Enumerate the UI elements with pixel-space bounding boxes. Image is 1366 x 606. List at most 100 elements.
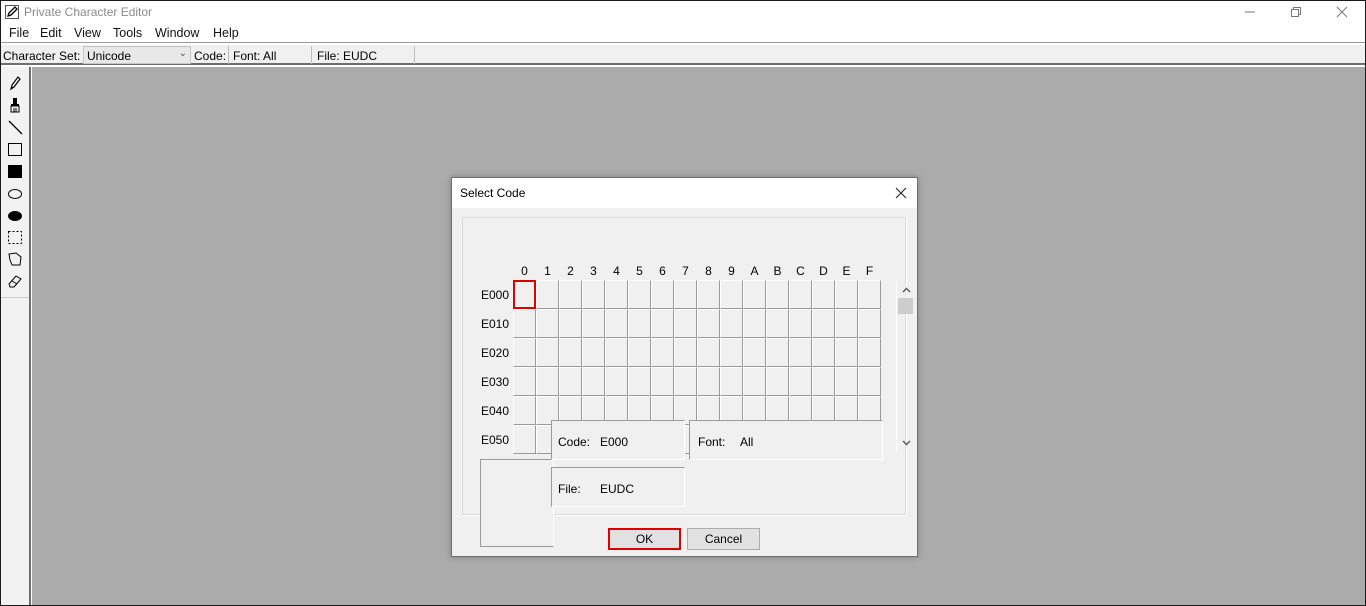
code-cell[interactable] xyxy=(536,280,559,309)
code-cell[interactable] xyxy=(536,367,559,396)
code-cell[interactable] xyxy=(582,280,605,309)
code-cell[interactable] xyxy=(789,280,812,309)
code-cell[interactable] xyxy=(835,280,858,309)
filled-rectangle-tool[interactable] xyxy=(6,162,23,179)
code-cell[interactable] xyxy=(766,367,789,396)
code-cell[interactable] xyxy=(720,280,743,309)
menu-bar: File Edit View Tools Window Help xyxy=(1,23,1365,43)
dialog-close-button[interactable] xyxy=(892,184,910,202)
code-cell[interactable] xyxy=(605,280,628,309)
code-cell[interactable] xyxy=(743,280,766,309)
code-cell[interactable] xyxy=(582,338,605,367)
code-cell[interactable] xyxy=(789,309,812,338)
code-cell[interactable] xyxy=(812,338,835,367)
scroll-thumb[interactable] xyxy=(898,298,913,314)
code-cell[interactable] xyxy=(674,367,697,396)
code-cell[interactable] xyxy=(559,367,582,396)
ok-button[interactable]: OK xyxy=(608,528,681,550)
code-cell-selected[interactable] xyxy=(513,280,536,309)
menu-window[interactable]: Window xyxy=(155,26,199,40)
code-cell[interactable] xyxy=(743,338,766,367)
code-cell[interactable] xyxy=(628,338,651,367)
menu-tools[interactable]: Tools xyxy=(113,26,142,40)
column-header: F xyxy=(865,264,874,278)
eraser-tool[interactable] xyxy=(6,272,23,289)
rectangular-selection-tool[interactable] xyxy=(6,228,23,245)
scroll-up-button[interactable] xyxy=(899,284,913,296)
hollow-rectangle-tool[interactable] xyxy=(6,140,23,157)
code-cell[interactable] xyxy=(858,367,881,396)
code-cell[interactable] xyxy=(789,338,812,367)
code-cell[interactable] xyxy=(651,367,674,396)
code-cell[interactable] xyxy=(697,280,720,309)
code-cell[interactable] xyxy=(858,309,881,338)
code-cell[interactable] xyxy=(513,425,536,454)
code-cell[interactable] xyxy=(720,367,743,396)
code-cell[interactable] xyxy=(628,367,651,396)
code-cell[interactable] xyxy=(812,367,835,396)
code-cell[interactable] xyxy=(697,338,720,367)
code-cell[interactable] xyxy=(743,309,766,338)
row-header: E010 xyxy=(481,317,510,331)
pencil-tool[interactable] xyxy=(6,74,23,91)
code-cell[interactable] xyxy=(743,367,766,396)
code-cell[interactable] xyxy=(582,309,605,338)
code-cell[interactable] xyxy=(536,309,559,338)
code-cell[interactable] xyxy=(812,309,835,338)
code-cell[interactable] xyxy=(559,309,582,338)
code-cell[interactable] xyxy=(605,338,628,367)
row-header: E020 xyxy=(481,346,510,360)
code-cell[interactable] xyxy=(766,338,789,367)
charset-select[interactable]: Unicode ⌄ xyxy=(83,46,191,64)
code-cell[interactable] xyxy=(536,338,559,367)
code-cell[interactable] xyxy=(720,338,743,367)
code-cell[interactable] xyxy=(605,367,628,396)
filled-ellipse-tool[interactable] xyxy=(6,206,23,223)
code-cell[interactable] xyxy=(858,280,881,309)
code-cell[interactable] xyxy=(513,338,536,367)
code-cell[interactable] xyxy=(674,309,697,338)
code-cell[interactable] xyxy=(835,367,858,396)
code-cell[interactable] xyxy=(766,309,789,338)
code-cell[interactable] xyxy=(835,309,858,338)
restore-button[interactable] xyxy=(1273,1,1319,23)
code-info-value: E000 xyxy=(600,435,629,449)
menu-help[interactable]: Help xyxy=(213,26,239,40)
code-info-label: Code: xyxy=(558,435,591,449)
code-cell[interactable] xyxy=(628,280,651,309)
freeform-selection-tool[interactable] xyxy=(6,250,23,267)
menu-file[interactable]: File xyxy=(9,26,29,40)
menu-view[interactable]: View xyxy=(74,26,101,40)
brush-tool[interactable] xyxy=(6,96,23,113)
code-cell[interactable] xyxy=(835,338,858,367)
code-cell[interactable] xyxy=(513,396,536,425)
code-cell[interactable] xyxy=(789,367,812,396)
code-cell[interactable] xyxy=(697,367,720,396)
code-cell[interactable] xyxy=(628,309,651,338)
grid-scrollbar[interactable] xyxy=(896,282,913,452)
close-button[interactable] xyxy=(1319,1,1365,23)
code-cell[interactable] xyxy=(674,280,697,309)
cancel-button[interactable]: Cancel xyxy=(687,528,760,550)
code-cell[interactable] xyxy=(766,280,789,309)
code-cell[interactable] xyxy=(858,338,881,367)
code-cell[interactable] xyxy=(697,309,720,338)
scroll-down-button[interactable] xyxy=(899,437,913,449)
code-cell[interactable] xyxy=(651,309,674,338)
code-cell[interactable] xyxy=(559,280,582,309)
rectangular-selection-icon xyxy=(7,230,22,244)
code-cell[interactable] xyxy=(605,309,628,338)
code-cell[interactable] xyxy=(720,309,743,338)
code-cell[interactable] xyxy=(651,280,674,309)
code-cell[interactable] xyxy=(651,338,674,367)
code-cell[interactable] xyxy=(582,367,605,396)
menu-edit[interactable]: Edit xyxy=(40,26,62,40)
code-cell[interactable] xyxy=(674,338,697,367)
line-tool[interactable] xyxy=(6,118,23,135)
code-cell[interactable] xyxy=(812,280,835,309)
code-cell[interactable] xyxy=(559,338,582,367)
hollow-ellipse-tool[interactable] xyxy=(6,184,23,201)
code-cell[interactable] xyxy=(513,309,536,338)
code-cell[interactable] xyxy=(513,367,536,396)
minimize-button[interactable] xyxy=(1227,1,1273,23)
